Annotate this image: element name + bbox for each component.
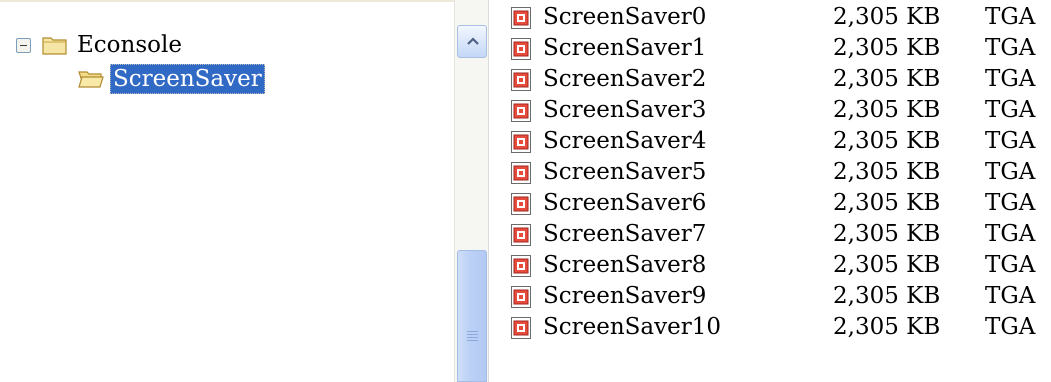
file-type: TGA [985, 190, 1036, 216]
tga-image-file-icon [511, 317, 531, 339]
file-size: 2,305 KB [833, 221, 941, 247]
tga-image-file-icon [511, 100, 531, 122]
file-type: TGA [985, 128, 1036, 154]
file-type: TGA [985, 159, 1036, 185]
tga-image-file-icon [511, 7, 531, 29]
file-type: TGA [985, 221, 1036, 247]
tga-image-file-icon [511, 255, 531, 277]
file-type: TGA [985, 252, 1036, 278]
folder-tree-pane[interactable]: Econsole ScreenSaver [0, 0, 454, 382]
file-size: 2,305 KB [833, 66, 941, 92]
tga-image-file-icon [511, 193, 531, 215]
scrollbar-grip-icon [467, 331, 478, 343]
file-size: 2,305 KB [833, 35, 941, 61]
file-size: 2,305 KB [833, 128, 941, 154]
tree-node-econsole[interactable]: Econsole [16, 29, 185, 61]
file-row[interactable]: ScreenSaver6 2,305 KB TGA [489, 189, 1051, 217]
tga-image-file-icon [511, 162, 531, 184]
file-type: TGA [985, 35, 1036, 61]
file-list[interactable]: ScreenSaver0 2,305 KB TGA ScreenSaver1 2,305… [488, 0, 1051, 382]
file-row[interactable]: ScreenSaver1 2,305 KB TGA [489, 34, 1051, 62]
file-type: TGA [985, 4, 1036, 30]
file-row[interactable]: ScreenSaver8 2,305 KB TGA [489, 251, 1051, 279]
file-size: 2,305 KB [833, 314, 941, 340]
scroll-up-button[interactable] [457, 25, 487, 58]
file-row[interactable]: ScreenSaver3 2,305 KB TGA [489, 96, 1051, 124]
tga-image-file-icon [511, 224, 531, 246]
file-size: 2,305 KB [833, 97, 941, 123]
file-type: TGA [985, 97, 1036, 123]
collapse-toggle-icon[interactable] [16, 37, 31, 53]
scrollbar-thumb[interactable] [457, 250, 487, 382]
file-size: 2,305 KB [833, 190, 941, 216]
file-name[interactable]: ScreenSaver1 [543, 34, 706, 62]
folder-open-icon [78, 69, 104, 89]
file-type: TGA [985, 283, 1036, 309]
tga-image-file-icon [511, 69, 531, 91]
file-name[interactable]: ScreenSaver3 [543, 96, 706, 124]
chevron-up-icon [467, 37, 479, 45]
file-name[interactable]: ScreenSaver5 [543, 158, 706, 186]
tga-image-file-icon [511, 131, 531, 153]
file-row[interactable]: ScreenSaver7 2,305 KB TGA [489, 220, 1051, 248]
file-name[interactable]: ScreenSaver6 [543, 189, 706, 217]
file-row[interactable]: ScreenSaver9 2,305 KB TGA [489, 282, 1051, 310]
file-size: 2,305 KB [833, 283, 941, 309]
file-name[interactable]: ScreenSaver8 [543, 251, 706, 279]
folder-closed-icon [42, 35, 68, 55]
file-row[interactable]: ScreenSaver10 2,305 KB TGA [489, 313, 1051, 341]
file-type: TGA [985, 314, 1036, 340]
file-row[interactable]: ScreenSaver0 2,305 KB TGA [489, 3, 1051, 31]
tree-label-econsole[interactable]: Econsole [74, 30, 185, 60]
file-name[interactable]: ScreenSaver7 [543, 220, 706, 248]
file-row[interactable]: ScreenSaver4 2,305 KB TGA [489, 127, 1051, 155]
file-name[interactable]: ScreenSaver2 [543, 65, 706, 93]
tga-image-file-icon [511, 286, 531, 308]
tree-label-screensaver[interactable]: ScreenSaver [110, 64, 265, 94]
file-row[interactable]: ScreenSaver5 2,305 KB TGA [489, 158, 1051, 186]
file-size: 2,305 KB [833, 252, 941, 278]
tree-node-screensaver[interactable]: ScreenSaver [78, 63, 265, 95]
file-row[interactable]: ScreenSaver2 2,305 KB TGA [489, 65, 1051, 93]
file-name[interactable]: ScreenSaver9 [543, 282, 706, 310]
vertical-scrollbar[interactable] [454, 0, 488, 382]
tga-image-file-icon [511, 38, 531, 60]
file-type: TGA [985, 66, 1036, 92]
file-name[interactable]: ScreenSaver0 [543, 3, 706, 31]
file-size: 2,305 KB [833, 4, 941, 30]
file-size: 2,305 KB [833, 159, 941, 185]
file-name[interactable]: ScreenSaver10 [543, 313, 721, 341]
file-name[interactable]: ScreenSaver4 [543, 127, 706, 155]
